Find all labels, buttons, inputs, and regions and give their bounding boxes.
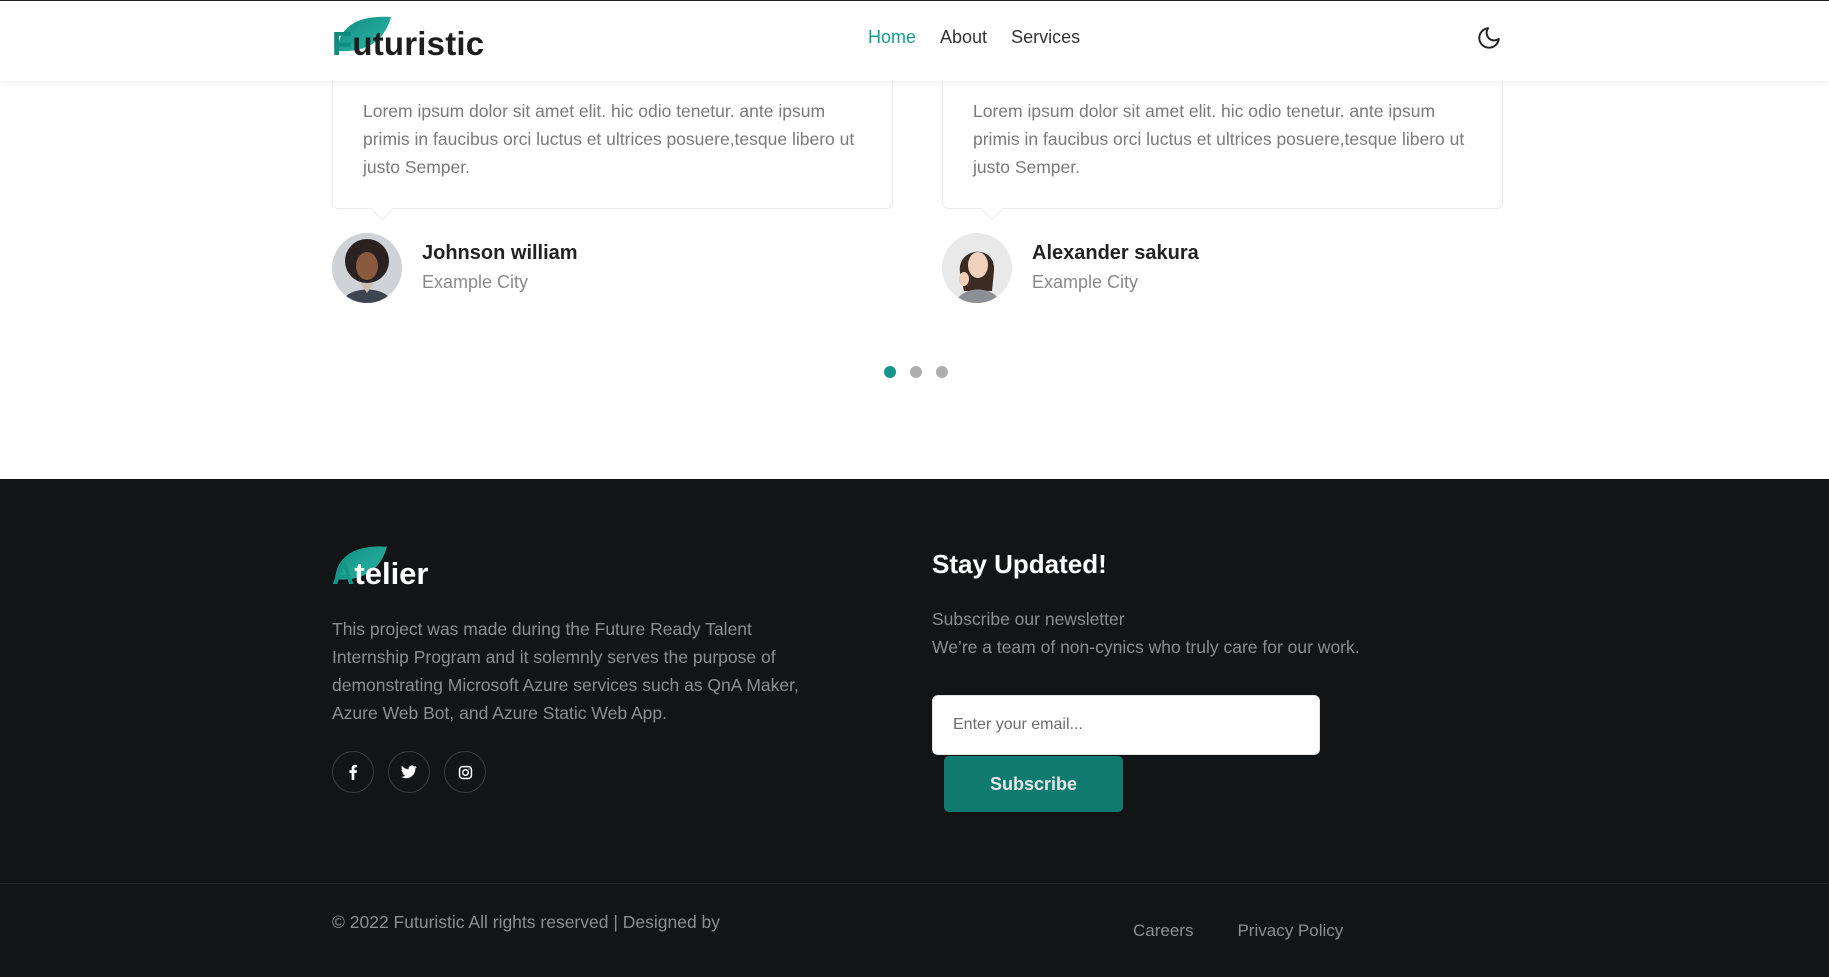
carousel-dot-3[interactable] xyxy=(936,366,948,378)
twitter-icon xyxy=(401,765,417,779)
moon-icon xyxy=(1478,27,1500,49)
testimonial-card: Lorem ipsum dolor sit amet elit. hic odi… xyxy=(332,60,893,221)
card-pointer xyxy=(370,197,394,221)
nav-about[interactable]: About xyxy=(940,27,987,48)
main-nav: Home About Services xyxy=(868,27,1080,48)
carousel-dots xyxy=(884,366,948,378)
theme-toggle-button[interactable] xyxy=(1476,25,1502,51)
footer-logo-text: Atelier xyxy=(332,556,429,591)
testimonial-text: Lorem ipsum dolor sit amet elit. hic odi… xyxy=(973,101,1465,177)
newsletter-title: Stay Updated! xyxy=(932,549,1107,579)
subscribe-button[interactable]: Subscribe xyxy=(944,756,1123,812)
footer-links: Careers Privacy Policy xyxy=(1133,921,1343,941)
testimonial-text: Lorem ipsum dolor sit amet elit. hic odi… xyxy=(363,101,855,177)
newsletter-subtitle: Subscribe our newsletter xyxy=(932,609,1125,629)
author-name: Alexander sakura xyxy=(1032,242,1199,264)
carousel-dot-2[interactable] xyxy=(910,366,922,378)
testimonial-card: Lorem ipsum dolor sit amet elit. hic odi… xyxy=(942,60,1503,221)
instagram-icon xyxy=(458,765,472,779)
site-header: Futuristic Home About Services xyxy=(0,0,1829,81)
facebook-icon xyxy=(349,764,358,780)
social-links xyxy=(332,751,486,793)
newsletter-description: We’re a team of non-cynics who truly car… xyxy=(932,637,1360,657)
avatar xyxy=(332,233,402,303)
author-city: Example City xyxy=(1032,272,1139,292)
instagram-link[interactable] xyxy=(444,751,486,793)
author-name: Johnson william xyxy=(422,242,578,264)
footer-divider xyxy=(0,883,1829,884)
careers-link[interactable]: Careers xyxy=(1133,921,1193,941)
avatar xyxy=(942,233,1012,303)
copyright-text: © 2022 Futuristic All rights reserved | … xyxy=(332,912,721,932)
nav-services[interactable]: Services xyxy=(1011,27,1080,48)
facebook-link[interactable] xyxy=(332,751,374,793)
site-logo[interactable]: Futuristic xyxy=(332,13,492,63)
site-footer: Atelier This project was made during the… xyxy=(0,479,1829,977)
twitter-link[interactable] xyxy=(388,751,430,793)
privacy-policy-link[interactable]: Privacy Policy xyxy=(1237,921,1343,941)
carousel-dot-1[interactable] xyxy=(884,366,896,378)
email-input[interactable] xyxy=(932,695,1320,755)
card-pointer xyxy=(980,197,1004,221)
footer-logo[interactable]: Atelier xyxy=(331,542,451,592)
nav-home[interactable]: Home xyxy=(868,27,916,48)
logo-text: Futuristic xyxy=(332,25,485,62)
author-city: Example City xyxy=(422,272,529,292)
footer-about-text: This project was made during the Future … xyxy=(332,619,799,723)
